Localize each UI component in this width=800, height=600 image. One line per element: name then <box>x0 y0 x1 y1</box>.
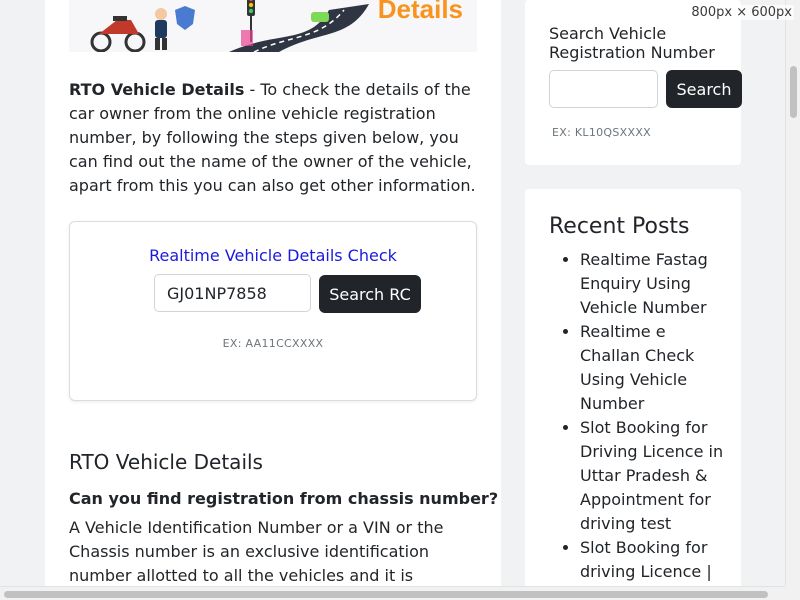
recent-posts-list: Realtime Fastag Enquiry Using Vehicle Nu… <box>580 248 730 600</box>
viewport-size-label: 800px × 600px <box>689 5 794 20</box>
intro-paragraph: RTO Vehicle Details - To check the detai… <box>69 78 479 198</box>
recent-post-link[interactable]: Realtime Fastag Enquiry Using Vehicle Nu… <box>580 248 730 320</box>
sidebar-search-widget: Search Vehicle Registration Number Searc… <box>525 0 742 165</box>
recent-posts-widget: Recent Posts Realtime Fastag Enquiry Usi… <box>525 189 741 600</box>
horizontal-scrollbar-thumb[interactable] <box>4 591 768 598</box>
sidebar-search-title: Search Vehicle Registration Number <box>549 24 715 62</box>
registration-example-hint: EX: AA11CCXXXX <box>222 337 324 350</box>
intro-bold-lead: RTO Vehicle Details <box>69 80 245 99</box>
sidebar-registration-input[interactable] <box>549 70 658 108</box>
vehicle-check-widget: Realtime Vehicle Details Check Search RC… <box>69 221 477 401</box>
recent-posts-title: Recent Posts <box>549 214 690 239</box>
motorcycle-icon <box>90 16 146 52</box>
person-icon <box>155 8 167 50</box>
main-content-card: Details RTO Vehicle Details - To check t… <box>45 0 501 600</box>
article-banner-image: Details <box>69 0 477 52</box>
section-heading: RTO Vehicle Details <box>69 450 263 474</box>
sidebar-search-button[interactable]: Search <box>666 70 742 108</box>
scrollbar-corner <box>785 586 800 600</box>
traffic-light-icon <box>241 0 255 46</box>
vertical-scrollbar[interactable] <box>785 0 800 586</box>
sidebar-example-hint: EX: KL10QSXXXX <box>552 126 652 139</box>
search-rc-button[interactable]: Search RC <box>319 275 421 313</box>
shield-icon <box>175 6 195 30</box>
recent-post-link[interactable]: Realtime e Challan Check Using Vehicle N… <box>580 320 730 416</box>
section-subheading: Can you find registration from chassis n… <box>69 489 499 508</box>
vehicle-check-title: Realtime Vehicle Details Check <box>149 246 397 265</box>
recent-post-link[interactable]: Slot Booking for Driving Licence in Utta… <box>580 416 730 536</box>
registration-number-input[interactable] <box>154 274 311 312</box>
horizontal-scrollbar[interactable] <box>0 586 785 600</box>
vertical-scrollbar-thumb[interactable] <box>790 66 797 118</box>
banner-title: Details <box>377 0 463 24</box>
